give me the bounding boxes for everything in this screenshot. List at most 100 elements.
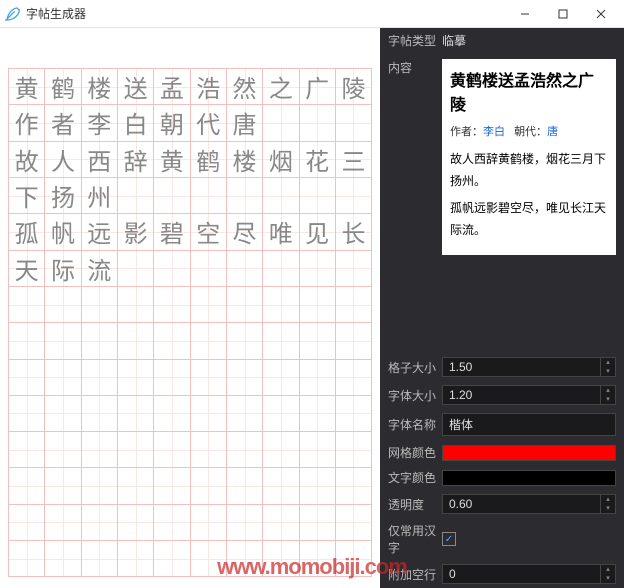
grid-cell xyxy=(9,360,45,396)
grid-cell xyxy=(9,287,45,323)
grid-cell: 天 xyxy=(9,251,45,287)
grid-cell: 浩 xyxy=(191,69,227,105)
grid-cell: 尽 xyxy=(227,214,263,250)
grid-cell xyxy=(336,505,372,541)
grid-cell xyxy=(118,468,154,504)
grid-cell: 远 xyxy=(82,214,118,250)
font-name-input[interactable]: 楷体 xyxy=(442,413,616,436)
grid-cell xyxy=(191,505,227,541)
grid-cell xyxy=(263,178,299,214)
grid-cell xyxy=(45,287,81,323)
grid-cell xyxy=(263,541,299,577)
hanzi-only-checkbox[interactable]: ✓ xyxy=(442,532,456,546)
grid-color-label: 网格颜色 xyxy=(388,444,442,461)
grid-cell xyxy=(300,396,336,432)
grid-cell xyxy=(300,287,336,323)
grid-cell xyxy=(263,432,299,468)
grid-cell: 广 xyxy=(300,69,336,105)
grid-cell xyxy=(300,505,336,541)
grid-size-stepper[interactable]: 1.50▴▾ xyxy=(442,357,616,377)
grid-cell xyxy=(154,323,190,359)
grid-cell xyxy=(336,541,372,577)
minimize-button[interactable] xyxy=(506,0,544,28)
grid-cell: 者 xyxy=(45,105,81,141)
grid-cell: 烟 xyxy=(263,142,299,178)
extra-line-stepper[interactable]: 0▴▾ xyxy=(442,564,616,584)
era-link[interactable]: 唐 xyxy=(547,126,558,138)
text-color-picker[interactable] xyxy=(442,470,616,486)
grid-cell xyxy=(82,541,118,577)
font-size-stepper[interactable]: 1.20▴▾ xyxy=(442,385,616,405)
grid-cell: 鹤 xyxy=(45,69,81,105)
grid-cell xyxy=(263,360,299,396)
grid-cell: 楼 xyxy=(82,69,118,105)
grid-cell xyxy=(191,541,227,577)
grid-cell: 白 xyxy=(118,105,154,141)
grid-cell xyxy=(263,468,299,504)
grid-cell xyxy=(154,396,190,432)
grid-cell: 陵 xyxy=(336,69,372,105)
grid-cell: 然 xyxy=(227,69,263,105)
grid-cell: 黄 xyxy=(154,142,190,178)
grid-cell xyxy=(154,468,190,504)
grid-cell xyxy=(9,396,45,432)
grid-cell: 故 xyxy=(9,142,45,178)
grid-cell xyxy=(263,251,299,287)
grid-cell: 际 xyxy=(45,251,81,287)
extra-line-label: 附加空行 xyxy=(388,566,442,583)
grid-cell xyxy=(118,251,154,287)
grid-cell: 空 xyxy=(191,214,227,250)
grid-cell xyxy=(45,432,81,468)
grid-cell xyxy=(191,360,227,396)
grid-cell xyxy=(227,505,263,541)
grid-cell xyxy=(300,323,336,359)
grid-cell xyxy=(191,468,227,504)
font-size-label: 字体大小 xyxy=(388,387,442,404)
grid-cell xyxy=(9,505,45,541)
grid-cell: 之 xyxy=(263,69,299,105)
grid-cell xyxy=(82,323,118,359)
grid-color-picker[interactable] xyxy=(442,445,616,461)
grid-cell xyxy=(154,251,190,287)
grid-cell xyxy=(263,505,299,541)
grid-cell xyxy=(191,287,227,323)
grid-cell: 朝 xyxy=(154,105,190,141)
grid-cell: 唯 xyxy=(263,214,299,250)
grid-cell xyxy=(118,287,154,323)
font-name-label: 字体名称 xyxy=(388,416,442,433)
content-editor[interactable]: 黄鹤楼送孟浩然之广陵 作者：李白 朝代：唐 故人西辞黄鹤楼，烟花三月下扬州。 孤… xyxy=(442,59,616,255)
author-link[interactable]: 李白 xyxy=(483,126,505,138)
type-select[interactable]: 临摹 xyxy=(442,32,616,49)
grid-cell xyxy=(263,287,299,323)
grid-cell xyxy=(227,360,263,396)
grid-cell xyxy=(45,505,81,541)
grid-cell: 碧 xyxy=(154,214,190,250)
type-label: 字帖类型 xyxy=(388,32,442,49)
grid-cell xyxy=(118,541,154,577)
maximize-button[interactable] xyxy=(544,0,582,28)
grid-cell xyxy=(300,432,336,468)
poem-meta: 作者：李白 朝代：唐 xyxy=(450,123,608,139)
grid-cell xyxy=(227,323,263,359)
copybook-preview: 黄鹤楼送孟浩然之广陵作者李白朝代唐故人西辞黄鹤楼烟花三下扬州孤帆远影碧空尽唯见长… xyxy=(0,28,380,588)
grid-cell: 辞 xyxy=(118,142,154,178)
close-button[interactable] xyxy=(582,0,620,28)
grid-cell xyxy=(118,323,154,359)
grid-cell xyxy=(45,323,81,359)
grid-cell: 帆 xyxy=(45,214,81,250)
grid-cell: 见 xyxy=(300,214,336,250)
opacity-stepper[interactable]: 0.60▴▾ xyxy=(442,494,616,514)
grid-cell xyxy=(45,541,81,577)
opacity-label: 透明度 xyxy=(388,496,442,513)
grid-cell xyxy=(45,396,81,432)
grid-cell xyxy=(9,432,45,468)
grid-cell: 黄 xyxy=(9,69,45,105)
grid-cell: 花 xyxy=(300,142,336,178)
grid-cell xyxy=(191,251,227,287)
settings-panel: 字帖类型 临摹 内容 黄鹤楼送孟浩然之广陵 作者：李白 朝代：唐 故人西辞黄鹤楼… xyxy=(380,28,624,588)
grid-cell xyxy=(300,178,336,214)
grid-cell xyxy=(336,360,372,396)
grid-cell: 送 xyxy=(118,69,154,105)
grid-cell xyxy=(45,360,81,396)
grid-cell: 孟 xyxy=(154,69,190,105)
